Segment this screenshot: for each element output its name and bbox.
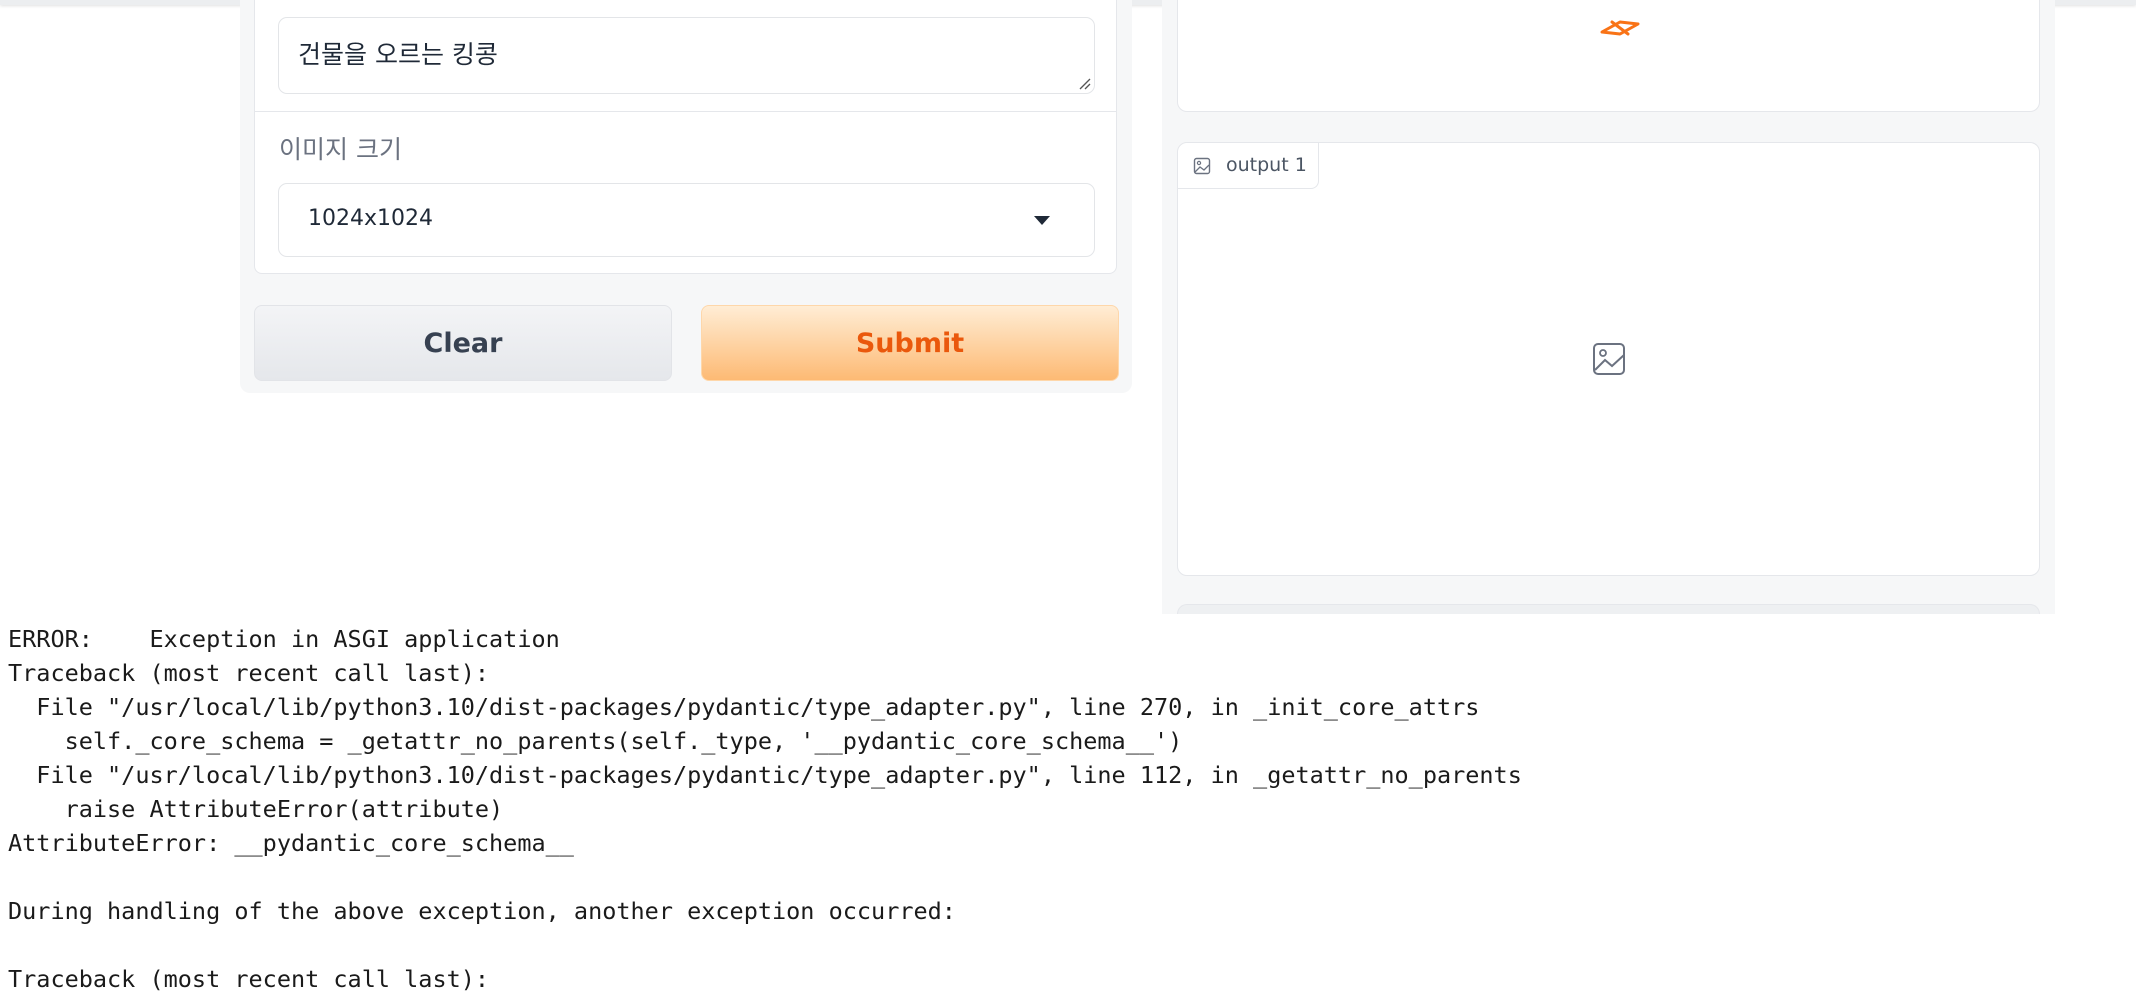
terminal-line: File "/usr/local/lib/python3.10/dist-pac… xyxy=(8,761,1522,789)
terminal-line: AttributeError: __pydantic_core_schema__ xyxy=(8,829,574,857)
prompt-text: 건물을 오르는 킹콩 xyxy=(298,40,498,69)
chevron-down-icon xyxy=(1034,216,1050,225)
loading-spinner-icon xyxy=(1600,20,1640,36)
input-card: 건물을 오르는 킹콩 이미지 크기 1024x1024 xyxy=(254,0,1117,274)
loading-card xyxy=(1177,0,2040,112)
output-panel: output 1 xyxy=(1162,0,2055,614)
prompt-textarea[interactable]: 건물을 오르는 킹콩 xyxy=(278,17,1095,94)
resize-handle-icon[interactable] xyxy=(1077,76,1091,90)
terminal-line: File "/usr/local/lib/python3.10/dist-pac… xyxy=(8,693,1480,721)
terminal-line: self._core_schema = _getattr_no_parents(… xyxy=(8,727,1183,755)
terminal-line: ERROR: Exception in ASGI application xyxy=(8,625,560,653)
output-tab-label: output 1 xyxy=(1226,154,1307,176)
image-icon xyxy=(1193,157,1211,175)
output-tab[interactable]: output 1 xyxy=(1178,143,1319,189)
divider xyxy=(255,111,1116,112)
next-output-card xyxy=(1177,604,2040,614)
submit-button[interactable]: Submit xyxy=(701,305,1119,381)
terminal-line: Traceback (most recent call last): xyxy=(8,965,490,993)
terminal-line: During handling of the above exception, … xyxy=(8,897,956,925)
image-size-label: 이미지 크기 xyxy=(279,135,402,164)
terminal-line: Traceback (most recent call last): xyxy=(8,659,490,687)
image-size-dropdown[interactable]: 1024x1024 xyxy=(278,183,1095,257)
terminal-output: ERROR: Exception in ASGI application Tra… xyxy=(8,622,1522,996)
image-size-selected: 1024x1024 xyxy=(308,206,433,231)
input-panel: 건물을 오르는 킹콩 이미지 크기 1024x1024 Clear Submit xyxy=(240,0,1132,393)
terminal-line: raise AttributeError(attribute) xyxy=(8,795,504,823)
image-placeholder-icon xyxy=(1593,343,1625,375)
clear-button[interactable]: Clear xyxy=(254,305,672,381)
output-image-card: output 1 xyxy=(1177,142,2040,576)
